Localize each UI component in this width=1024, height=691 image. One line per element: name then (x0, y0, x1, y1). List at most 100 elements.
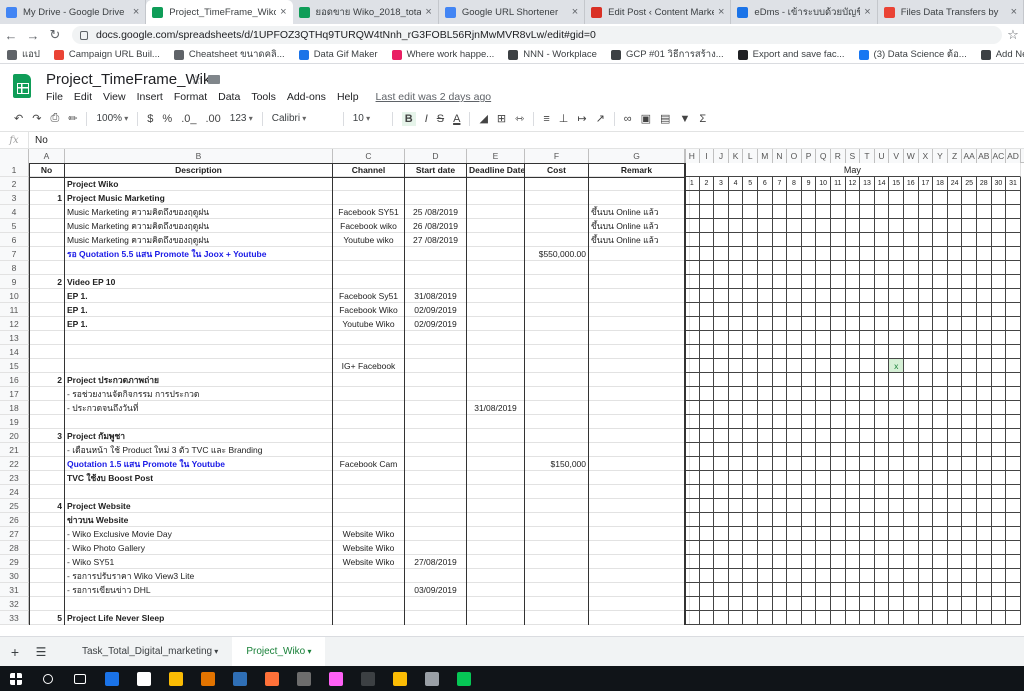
day-cell-M[interactable] (758, 569, 773, 583)
cell-C[interactable]: Facebook Cam (333, 457, 405, 471)
day-cell-W[interactable] (904, 457, 919, 471)
day-cell-Q[interactable] (816, 373, 831, 387)
day-cell-I[interactable] (699, 555, 715, 569)
day-cell-AA[interactable] (962, 429, 977, 443)
column-header-V[interactable]: V (889, 149, 904, 163)
day-cell-V[interactable] (889, 499, 904, 513)
day-cell-AD[interactable] (1006, 261, 1021, 275)
cell-B[interactable]: - รอช่วยงานจัดกิจกรรม การประกวด (65, 387, 333, 401)
day-cell-AB[interactable] (977, 457, 992, 471)
day-cell-AC[interactable] (991, 555, 1007, 569)
day-cell-W[interactable] (904, 317, 919, 331)
day-cell-T[interactable] (860, 345, 875, 359)
column-header-D[interactable]: D (405, 149, 467, 163)
cell-G[interactable] (589, 191, 685, 205)
day-cell-H[interactable] (685, 345, 700, 359)
day-cell-V[interactable] (889, 317, 904, 331)
cell-G[interactable] (589, 513, 685, 527)
day-cell-AA[interactable] (962, 317, 977, 331)
day-cell-X[interactable] (918, 387, 934, 401)
day-cell-I[interactable] (699, 219, 715, 233)
cell-G[interactable] (589, 597, 685, 611)
day-cell-Y[interactable] (933, 345, 948, 359)
day-cell-AD[interactable] (1006, 401, 1021, 415)
cell-B[interactable]: - Wiko Photo Gallery (65, 541, 333, 555)
sheet-tab[interactable]: Task_Total_Digital_marketing (68, 637, 232, 667)
day-cell-I[interactable] (699, 401, 715, 415)
cell-D[interactable] (405, 527, 467, 541)
cell-D[interactable]: 02/09/2019 (405, 303, 467, 317)
vertical-align-icon[interactable]: ⊥ (559, 112, 569, 125)
day-cell-H[interactable] (685, 401, 700, 415)
day-cell-H[interactable] (685, 569, 700, 583)
menu-format[interactable]: Format (174, 91, 207, 103)
cell-F[interactable] (525, 387, 589, 401)
day-cell-N[interactable] (772, 317, 788, 331)
column-header-AA[interactable]: AA (962, 149, 977, 163)
cell-C[interactable] (333, 345, 405, 359)
day-cell-P[interactable] (801, 457, 817, 471)
day-cell-T[interactable] (860, 499, 875, 513)
day-cell-H[interactable] (685, 247, 700, 261)
cell-B[interactable]: EP 1. (65, 317, 333, 331)
day-cell-L[interactable] (743, 219, 758, 233)
day-cell-Q[interactable]: 10 (816, 177, 831, 191)
day-cell-N[interactable] (772, 359, 788, 373)
day-cell-N[interactable] (772, 191, 788, 205)
cell-B[interactable] (65, 261, 333, 275)
day-cell-T[interactable] (860, 457, 875, 471)
day-cell-V[interactable] (889, 373, 904, 387)
day-cell-U[interactable] (874, 387, 890, 401)
day-cell-O[interactable] (787, 317, 802, 331)
cell-C[interactable]: IG+ Facebook (333, 359, 405, 373)
text-color-button[interactable]: A (453, 113, 460, 125)
day-cell-X[interactable] (918, 219, 934, 233)
sheets-logo-icon[interactable] (13, 74, 31, 98)
cell-F[interactable]: Cost (525, 163, 589, 177)
camera-icon[interactable] (352, 666, 384, 691)
day-cell-Q[interactable] (816, 513, 831, 527)
day-cell-AC[interactable] (991, 527, 1007, 541)
day-cell-I[interactable] (699, 345, 715, 359)
day-cell-J[interactable] (714, 429, 729, 443)
row-header[interactable]: 14 (0, 345, 29, 359)
cell-G[interactable]: Remark (589, 163, 685, 177)
day-cell-O[interactable] (787, 429, 802, 443)
column-header-B[interactable]: B (65, 149, 333, 163)
day-cell-M[interactable] (758, 317, 773, 331)
cell-F[interactable] (525, 233, 589, 247)
day-cell-U[interactable] (874, 401, 890, 415)
day-cell-Y[interactable] (933, 597, 948, 611)
day-cell-P[interactable] (801, 569, 817, 583)
day-cell-U[interactable] (874, 513, 890, 527)
day-cell-I[interactable] (699, 569, 715, 583)
day-cell-U[interactable] (874, 275, 890, 289)
day-cell-M[interactable] (758, 513, 773, 527)
day-cell-N[interactable] (772, 233, 788, 247)
day-cell-AC[interactable] (991, 541, 1007, 555)
row-header[interactable]: 19 (0, 415, 29, 429)
day-cell-U[interactable] (874, 611, 890, 625)
cell-C[interactable] (333, 415, 405, 429)
day-cell-AB[interactable] (977, 513, 992, 527)
font-size-select[interactable]: 10 (353, 113, 383, 124)
day-cell-H[interactable] (685, 233, 700, 247)
cell-E[interactable] (467, 499, 525, 513)
sheet-tab[interactable]: Project_Wiko (232, 636, 326, 667)
day-cell-R[interactable] (831, 345, 846, 359)
day-cell-N[interactable] (772, 597, 788, 611)
day-cell-W[interactable] (904, 191, 919, 205)
day-cell-AA[interactable] (962, 401, 977, 415)
menu-data[interactable]: Data (218, 91, 240, 103)
cell-E[interactable]: Deadline Date (467, 163, 525, 177)
day-cell-AD[interactable] (1006, 597, 1021, 611)
row-header[interactable]: 31 (0, 583, 29, 597)
day-cell-AA[interactable] (962, 261, 977, 275)
day-cell-L[interactable] (743, 317, 758, 331)
day-cell-H[interactable] (685, 513, 700, 527)
day-cell-J[interactable] (714, 219, 729, 233)
undo-icon[interactable]: ↶ (14, 112, 23, 125)
day-cell-AA[interactable] (962, 583, 977, 597)
day-cell-Y[interactable] (933, 373, 948, 387)
browser-tab[interactable]: ยอดขาย Wiko_2018_total - Googl× (293, 0, 439, 24)
